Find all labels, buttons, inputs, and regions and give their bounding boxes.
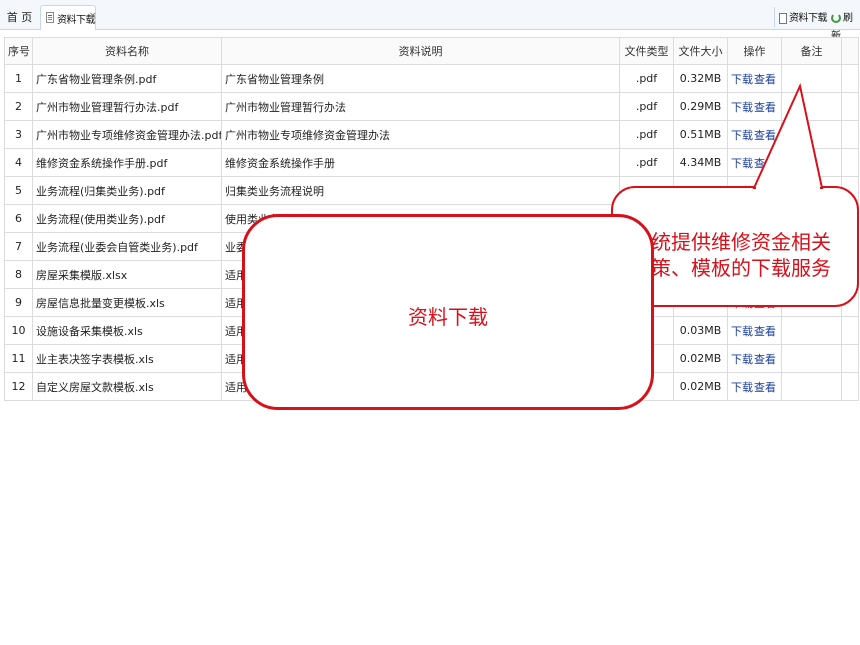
left-annotation-callout: 资料下载 — [242, 214, 654, 410]
left-callout-text: 资料下载 — [408, 305, 488, 329]
callout-pointer-shape — [752, 82, 824, 189]
